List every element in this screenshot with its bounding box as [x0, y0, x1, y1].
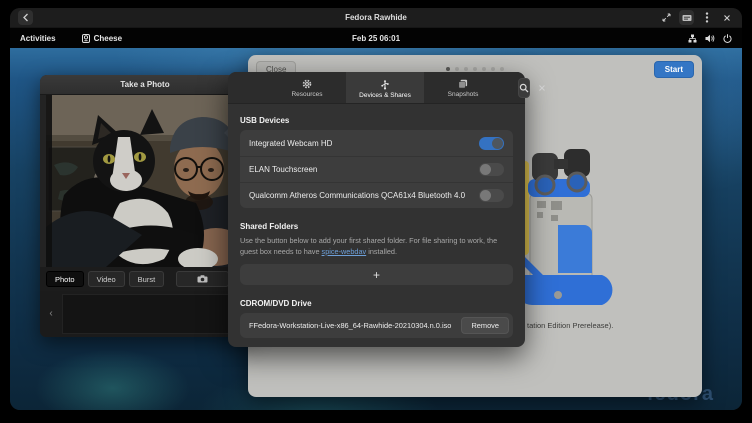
app-menu-label: Cheese	[94, 34, 122, 43]
gallery-prev-button[interactable]: ‹	[45, 305, 57, 321]
shared-folders-description: Use the button below to add your first s…	[240, 236, 513, 257]
usb-device-row: Integrated Webcam HD	[240, 130, 513, 156]
usb-devices-title: USB Devices	[240, 116, 513, 125]
tab-devices-shares[interactable]: Devices & Shares	[346, 72, 424, 103]
cdrom-title: CDROM/DVD Drive	[240, 299, 513, 308]
keyboard-icon	[682, 14, 692, 22]
usb-device-name: ELAN Touchscreen	[249, 165, 479, 174]
page-dot	[473, 67, 477, 71]
page-dot	[455, 67, 459, 71]
page-dot	[491, 67, 495, 71]
usb-device-row: ELAN Touchscreen	[240, 156, 513, 182]
page-dot	[446, 67, 450, 71]
usb-icon	[381, 79, 389, 90]
webcam-preview	[46, 95, 250, 267]
page-dots	[446, 67, 504, 71]
cheese-window: Take a Photo	[40, 75, 250, 337]
close-icon	[723, 14, 731, 22]
cheese-controls: Photo Video Burst	[40, 267, 250, 291]
power-icon	[723, 34, 732, 43]
usb-device-toggle[interactable]	[479, 189, 504, 202]
keyboard-button[interactable]	[679, 10, 694, 25]
usb-devices-list: Integrated Webcam HD ELAN Touchscreen Qu…	[240, 130, 513, 208]
snapshots-icon	[458, 79, 468, 89]
dialog-body: USB Devices Integrated Webcam HD ELAN To…	[228, 104, 525, 338]
tour-caption-fragment: tation Edition Prerelease).	[527, 321, 613, 330]
fullscreen-button[interactable]	[659, 10, 674, 25]
tab-label: Resources	[291, 91, 322, 98]
iso-filename: FFedora-Workstation-Live-x86_64-Rawhide-…	[249, 321, 461, 330]
tab-resources[interactable]: Resources	[268, 72, 346, 103]
shared-folders-title: Shared Folders	[240, 222, 513, 231]
close-window-button[interactable]	[719, 10, 734, 25]
gallery-thumbnails[interactable]	[62, 294, 250, 334]
window-title: Fedora Rawhide	[10, 13, 742, 22]
search-button[interactable]	[518, 78, 530, 98]
description-text: installed.	[366, 247, 397, 256]
box-preferences-dialog: Resources Devices & Shares Snapshots	[228, 72, 525, 347]
cheese-window-title: Take a Photo	[120, 80, 169, 89]
boxes-vm-window: Fedora Rawhide	[10, 8, 742, 410]
vm-desktop: fedora Close Start	[10, 48, 742, 410]
gear-icon	[302, 79, 312, 89]
mode-photo-button[interactable]: Photo	[46, 271, 84, 287]
page-dot	[500, 67, 504, 71]
usb-device-toggle[interactable]	[479, 137, 504, 150]
toggle-knob	[480, 190, 491, 201]
remove-iso-button[interactable]: Remove	[461, 317, 509, 334]
close-icon	[538, 84, 546, 92]
back-button[interactable]	[18, 10, 33, 25]
page-dot	[464, 67, 468, 71]
menu-button[interactable]	[699, 10, 714, 25]
photo-gallery-strip: ‹	[40, 291, 250, 337]
tab-label: Devices & Shares	[359, 92, 411, 99]
dialog-tabs: Resources Devices & Shares Snapshots	[268, 72, 502, 103]
kebab-menu-icon	[705, 12, 709, 23]
usb-device-name: Integrated Webcam HD	[249, 139, 479, 148]
tour-start-button[interactable]: Start	[654, 61, 694, 78]
mode-burst-button[interactable]: Burst	[129, 271, 165, 287]
add-shared-folder-button[interactable]: +	[240, 264, 513, 285]
spice-webdav-link[interactable]: spice-webdav	[322, 247, 367, 256]
mode-video-button[interactable]: Video	[88, 271, 125, 287]
fullscreen-icon	[662, 13, 671, 22]
dialog-header: Resources Devices & Shares Snapshots	[228, 72, 525, 104]
cdrom-row: FFedora-Workstation-Live-x86_64-Rawhide-…	[240, 313, 513, 338]
volume-icon	[705, 34, 715, 43]
activities-button[interactable]: Activities	[20, 34, 56, 43]
vm-top-bar: Activities Cheese Feb 25 06:01	[10, 28, 742, 48]
cheese-app-icon	[82, 34, 90, 43]
toggle-knob	[492, 138, 503, 149]
window-titlebar: Fedora Rawhide	[10, 8, 742, 28]
capture-photo-button[interactable]	[176, 271, 229, 287]
window-controls	[659, 10, 734, 25]
toggle-knob	[480, 164, 491, 175]
network-icon	[688, 34, 697, 43]
system-tray[interactable]	[688, 34, 732, 43]
search-icon	[519, 83, 529, 93]
tab-snapshots[interactable]: Snapshots	[424, 72, 502, 103]
usb-device-row: Qualcomm Atheros Communications QCA61x4 …	[240, 182, 513, 208]
camera-icon	[197, 275, 208, 283]
back-icon	[22, 13, 29, 22]
cheese-titlebar[interactable]: Take a Photo	[40, 75, 250, 95]
app-menu-cheese[interactable]: Cheese	[82, 34, 122, 43]
usb-device-name: Qualcomm Atheros Communications QCA61x4 …	[249, 191, 479, 200]
usb-device-toggle[interactable]	[479, 163, 504, 176]
page-dot	[482, 67, 486, 71]
tab-label: Snapshots	[448, 91, 479, 98]
plus-icon: +	[373, 269, 380, 281]
dialog-close-button[interactable]	[538, 80, 546, 96]
